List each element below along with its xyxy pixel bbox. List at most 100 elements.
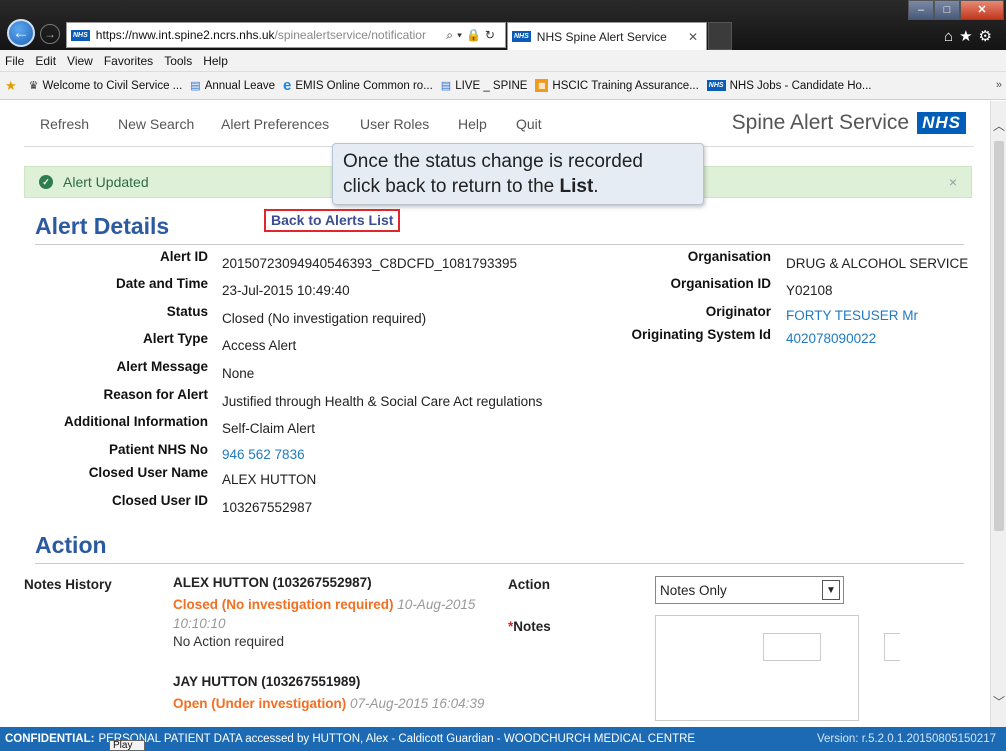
value-closed-user-name: ALEX HUTTON (222, 472, 317, 487)
label-alert-id: Alert ID (159, 249, 208, 264)
label-originator: Originator (705, 304, 771, 319)
confidential-label: CONFIDENTIAL: (5, 733, 95, 745)
back-to-alerts-list-link[interactable]: Back to Alerts List (264, 209, 401, 232)
fav-hscic-training[interactable]: ▦ HSCIC Training Assurance... (535, 79, 699, 92)
value-additional-info: Self-Claim Alert (222, 421, 316, 436)
callout-line-2: click back to return to the List. (343, 174, 693, 199)
label-closed-user-id: Closed User ID (111, 493, 208, 508)
nav-quit[interactable]: Quit (516, 116, 542, 132)
confidential-footer: CONFIDENTIAL: PERSONAL PATIENT DATA acce… (0, 727, 1006, 751)
search-refresh-lock-icon[interactable]: ⌕▾🔒↻ (446, 28, 499, 43)
notes-overlay-box (763, 633, 821, 661)
action-select[interactable]: Notes Only ▼ (655, 576, 844, 604)
note-status-line: Open (Under investigation) 07-Aug-2015 1… (173, 694, 493, 713)
fav-label: Annual Leave (204, 79, 276, 92)
nhs-icon: NHS (706, 80, 726, 91)
nav-user-roles[interactable]: User Roles (360, 116, 429, 132)
fav-label: Welcome to Civil Service ... (42, 79, 183, 92)
page-content: Refresh New Search Alert Preferences Use… (0, 101, 990, 727)
check-circle-icon: ✓ (39, 175, 53, 189)
value-status: Closed (No investigation required) (222, 311, 427, 326)
notes-label-text: Notes (513, 619, 551, 634)
menu-tools[interactable]: Tools (164, 54, 192, 68)
chevron-down-icon[interactable]: ﹀ (993, 693, 1005, 710)
play-tooltip: Play (109, 740, 145, 751)
menu-file[interactable]: File (5, 54, 24, 68)
fav-emis-online[interactable]: e EMIS Online Common ro... (283, 77, 433, 94)
menu-edit[interactable]: Edit (35, 54, 56, 68)
chevron-right-icon[interactable]: » (996, 79, 1002, 91)
nav-new-search[interactable]: New Search (118, 116, 194, 132)
chevron-down-icon[interactable]: ▼ (822, 580, 840, 600)
value-alert-type: Access Alert (222, 338, 297, 353)
divider (35, 244, 964, 245)
notes-field-label: *Notes (508, 619, 551, 634)
favorites-star-icon: ★ (5, 77, 17, 93)
tab-spine-alert-service[interactable]: NHS NHS Spine Alert Service ✕ (507, 22, 707, 50)
brand: Spine Alert Service NHS (732, 111, 966, 135)
minimize-icon[interactable]: – (908, 0, 934, 20)
fav-nhs-jobs[interactable]: NHS NHS Jobs - Candidate Ho... (706, 80, 871, 92)
notes-textarea[interactable] (655, 615, 859, 721)
divider (35, 563, 964, 564)
label-organisation-id: Organisation ID (670, 276, 771, 291)
maximize-icon[interactable]: □ (934, 0, 960, 20)
ie-icon: e (283, 77, 292, 94)
label-status: Status (166, 304, 208, 319)
label-closed-user-name: Closed User Name (88, 465, 208, 480)
label-organisation: Organisation (687, 249, 771, 264)
nav-refresh[interactable]: Refresh (40, 116, 89, 132)
close-window-icon[interactable]: ✕ (960, 0, 1004, 20)
value-originating-system-id[interactable]: 402078090022 (786, 331, 876, 346)
value-closed-user-id: 103267552987 (222, 500, 313, 515)
menu-favorites[interactable]: Favorites (104, 54, 153, 68)
value-originator[interactable]: FORTY TESUSER Mr (786, 308, 918, 323)
callout-text: click back to return to the (343, 176, 560, 197)
scrollbar-thumb[interactable] (994, 141, 1004, 531)
value-alert-id: 20150723094940546393_C8DCFD_1081793395 (222, 256, 518, 271)
fav-live-spine[interactable]: ▤ LIVE _ SPINE (440, 79, 528, 93)
page-icon: ▤ (440, 80, 452, 92)
fav-label: LIVE _ SPINE (455, 79, 528, 92)
address-bar[interactable]: NHS https://nww.int.spine2.ncrs.nhs.uk/s… (66, 22, 506, 48)
close-icon[interactable]: × (949, 174, 957, 190)
fav-civil-service[interactable]: ♛ Welcome to Civil Service ... (29, 79, 183, 93)
new-tab-button[interactable] (708, 22, 732, 50)
favorites-star[interactable]: ★ (5, 78, 21, 94)
note-user: JAY HUTTON (103267551989) (173, 674, 361, 689)
window-controls: – □ ✕ (908, 0, 1004, 20)
note-status-line: Closed (No investigation required) 10-Au… (173, 595, 493, 633)
value-alert-message: None (222, 366, 255, 381)
nav-help[interactable]: Help (458, 116, 487, 132)
label-additional-info: Additional Information (64, 414, 208, 429)
tab-title: NHS Spine Alert Service (536, 29, 667, 44)
browser-titlebar: ← → NHS https://nww.int.spine2.ncrs.nhs.… (0, 0, 1006, 50)
menu-view[interactable]: View (67, 54, 93, 68)
back-arrow-icon[interactable]: ← (7, 19, 35, 47)
fav-label: HSCIC Training Assurance... (552, 79, 699, 92)
site-favicon-icon: NHS (71, 29, 90, 41)
url-host: https://nww.int.spine2.ncrs.nhs.uk (95, 28, 275, 42)
menu-help[interactable]: Help (203, 54, 228, 68)
chevron-up-icon[interactable]: ︿ (993, 117, 1005, 134)
fav-label: EMIS Online Common ro... (295, 79, 433, 92)
instruction-callout: Once the status change is recorded click… (332, 143, 704, 205)
alert-details-heading: Alert Details (35, 213, 170, 239)
value-organisation: DRUG & ALCOHOL SERVICE (786, 256, 969, 271)
forward-arrow-icon[interactable]: → (40, 24, 60, 44)
label-alert-message: Alert Message (116, 359, 208, 374)
app-navbar: Refresh New Search Alert Preferences Use… (24, 101, 974, 147)
value-date-time: 23-Jul-2015 10:49:40 (222, 283, 350, 298)
label-reason: Reason for Alert (103, 387, 208, 402)
nav-alert-preferences[interactable]: Alert Preferences (221, 116, 329, 132)
nhs-logo: NHS (917, 112, 966, 134)
label-date-time: Date and Time (115, 276, 208, 291)
menu-bar: File Edit View Favorites Tools Help (0, 50, 1006, 72)
tab-close-icon[interactable]: ✕ (688, 30, 698, 44)
fav-annual-leave[interactable]: ▤ Annual Leave (190, 79, 276, 93)
version-text: Version: r.5.2.0.1.20150805150217 (816, 733, 996, 745)
value-patient-nhs-no[interactable]: 946 562 7836 (222, 447, 305, 462)
page-scrollbar[interactable]: ︿ ﹀ (990, 101, 1006, 727)
favorites-bar: ★ ♛ Welcome to Civil Service ... ▤ Annual … (0, 72, 1006, 100)
home-favorites-settings-icons[interactable]: ⌂★⚙ (944, 27, 998, 45)
